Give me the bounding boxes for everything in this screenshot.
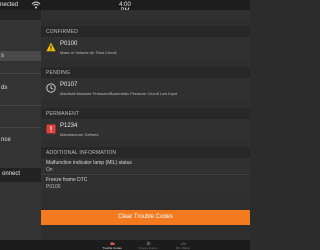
sidebar: s ds nce onnect [0, 10, 41, 240]
dtc-description: Manifold Absolute Pressure/Barometric Pr… [60, 91, 178, 96]
tab-label: MIL Status [175, 246, 191, 250]
dtc-code: P0107 [60, 82, 78, 88]
tab-mil-status[interactable]: MIL Status [170, 240, 196, 250]
freeze-frame-row: Freeze frame DTC P0100 [41, 175, 250, 191]
section-title: PERMANENT [46, 111, 80, 117]
tab-freeze-frame[interactable]: Freeze Frame [135, 240, 161, 250]
section-header-pending: PENDING [41, 67, 250, 78]
warning-icon [46, 42, 56, 52]
mil-status-value: On [46, 167, 53, 173]
sidebar-item-label: s [1, 53, 4, 59]
error-icon [46, 124, 56, 134]
connection-status: nected [0, 2, 19, 8]
section-title: CONFIRMED [46, 29, 79, 35]
top-bar [41, 10, 250, 20]
clear-trouble-codes-button[interactable]: Clear Trouble Codes [41, 210, 250, 225]
section-title: PENDING [46, 70, 71, 76]
clock-icon [46, 83, 56, 93]
clear-button-label: Clear Trouble Codes [117, 214, 174, 220]
freeze-frame-label: Freeze frame DTC [46, 177, 88, 183]
status-bar: nected 4:00 PM [0, 0, 250, 14]
section-header-additional: ADDITIONAL INFORMATION [41, 147, 250, 158]
section-header-confirmed: CONFIRMED [41, 26, 250, 37]
dtc-description: Manufacturer Defined [60, 132, 99, 137]
sidebar-divider [0, 105, 41, 106]
section-header-permanent: PERMANENT [41, 108, 250, 119]
connect-button[interactable]: onnect [0, 168, 41, 182]
sidebar-item-3[interactable]: nce [0, 135, 41, 145]
tab-bar: Trouble Codes Freeze Frame MIL Status [0, 240, 250, 250]
connect-label: onnect [2, 171, 21, 177]
mil-status-row: Malfunction indicator lamp (MIL) status … [41, 158, 250, 174]
dtc-row-confirmed[interactable]: P0100 Mass or Volume Air Flow Circuit [41, 37, 250, 59]
tab-label: Freeze Frame [138, 246, 158, 250]
mil-status-label: Malfunction indicator lamp (MIL) status [46, 160, 132, 166]
dtc-description: Mass or Volume Air Flow Circuit [60, 50, 117, 55]
sidebar-item-label: ds [1, 85, 8, 91]
sidebar-item-1[interactable]: s [0, 51, 41, 61]
tab-trouble-codes[interactable]: Trouble Codes [99, 240, 125, 250]
sidebar-header [0, 10, 41, 20]
dtc-code: P0100 [60, 41, 78, 47]
sidebar-item-label: nce [1, 137, 11, 143]
dtc-row-pending[interactable]: P0107 Manifold Absolute Pressure/Baromet… [41, 78, 250, 100]
dtc-code: P1234 [60, 123, 78, 129]
main-panel: CONFIRMED P0100 Mass or Volume Air Flow … [41, 10, 250, 240]
wifi-icon [31, 1, 41, 9]
tab-label: Trouble Codes [102, 246, 122, 250]
section-title: ADDITIONAL INFORMATION [46, 150, 117, 156]
dtc-row-permanent[interactable]: P1234 Manufacturer Defined [41, 119, 250, 141]
sidebar-divider [0, 73, 41, 74]
freeze-frame-value: P0100 [46, 184, 61, 190]
sidebar-item-2[interactable]: ds [0, 83, 41, 93]
sidebar-divider [0, 127, 41, 128]
